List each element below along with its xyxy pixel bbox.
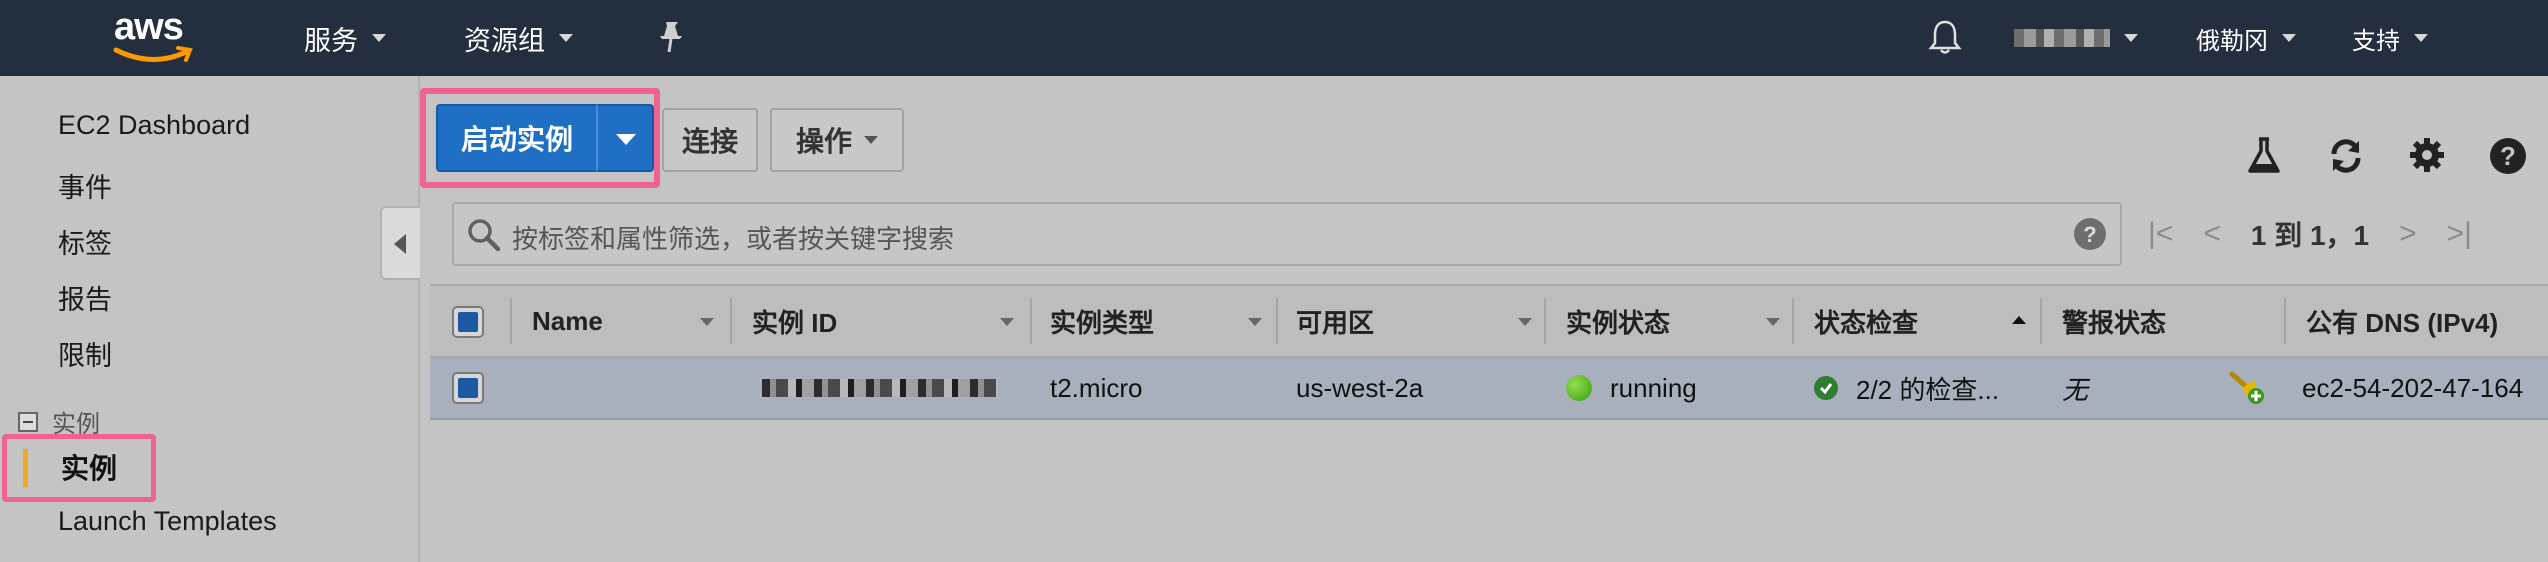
create-alarm-icon[interactable] (2228, 370, 2266, 406)
sidebar-item-ec2-dashboard[interactable]: EC2 Dashboard (58, 110, 250, 141)
column-header-instance-state[interactable]: 实例状态 (1566, 286, 1670, 356)
svg-text:?: ? (2500, 141, 2516, 171)
check-circle-icon (1814, 376, 1838, 400)
resource-groups-menu-label: 资源组 (464, 25, 545, 56)
launch-instance-group: 启动实例 (420, 88, 660, 188)
account-name-redacted (2014, 29, 2110, 47)
sidebar-item-limits[interactable]: 限制 (58, 334, 112, 373)
last-page-icon[interactable]: >| (2447, 217, 2472, 251)
actions-button-label: 操作 (795, 126, 852, 157)
column-divider (510, 298, 512, 344)
aws-smile-icon (113, 46, 193, 63)
prev-page-icon[interactable]: < (2203, 217, 2221, 251)
region-menu[interactable]: 俄勒冈 (2196, 18, 2296, 58)
sort-icon[interactable] (700, 318, 714, 326)
next-page-icon[interactable]: > (2399, 217, 2417, 251)
collapse-icon (18, 411, 38, 432)
column-divider (1030, 298, 1032, 344)
column-divider (730, 298, 732, 344)
launch-instance-button[interactable]: 启动实例 (436, 104, 596, 172)
chevron-down-icon (2414, 34, 2428, 42)
pagination-text: 1 到 1，1 (2250, 220, 2370, 251)
search-filter-bar[interactable]: 按标签和属性筛选，或者按关键字搜索 ? (452, 202, 2122, 266)
connect-button[interactable]: 连接 (662, 108, 758, 172)
top-navigation-bar: aws 服务 资源组 俄勒冈 支持 (0, 0, 2548, 76)
cell-availability-zone: us-west-2a (1296, 372, 1424, 403)
running-status-icon (1566, 375, 1592, 401)
sort-icon[interactable] (1766, 318, 1780, 326)
sidebar: EC2 Dashboard 事件 标签 报告 限制 实例 实例 Launch T… (0, 76, 420, 562)
help-icon[interactable]: ? (2488, 136, 2528, 176)
cell-instance-id (762, 358, 998, 418)
cell-status-check[interactable]: 2/2 的检查... (1814, 358, 1999, 418)
column-header-instance-type[interactable]: 实例类型 (1050, 286, 1154, 356)
search-icon (468, 219, 501, 252)
column-header-alarm-status[interactable]: 警报状态 (2062, 286, 2166, 356)
chevron-down-icon (372, 34, 386, 42)
cell-alarm-status: 无 (2062, 374, 2089, 405)
pagination: |< < 1 到 1，1 > >| (2148, 214, 2472, 254)
refresh-icon[interactable] (2326, 136, 2366, 176)
aws-logo[interactable]: aws (108, 6, 208, 66)
sidebar-item-events[interactable]: 事件 (58, 166, 112, 205)
first-page-icon[interactable]: |< (2148, 217, 2173, 251)
table-row[interactable]: t2.micro us-west-2a running 2/2 的检查... 无… (430, 358, 2548, 420)
support-menu-label: 支持 (2352, 27, 2400, 55)
chevron-down-icon (864, 136, 878, 144)
status-check-text: 2/2 的检查... (1856, 374, 2000, 405)
connect-button-label: 连接 (681, 126, 738, 157)
account-menu[interactable] (2014, 18, 2138, 58)
cell-instance-type: t2.micro (1050, 372, 1143, 403)
sort-icon[interactable] (1000, 318, 1014, 326)
search-help-icon[interactable]: ? (2072, 216, 2108, 252)
cell-instance-state: running (1566, 358, 1697, 418)
flask-icon[interactable] (2246, 136, 2282, 176)
chevron-down-icon (2124, 34, 2138, 42)
cell-alarm-action[interactable] (2228, 358, 2266, 418)
instance-state-text: running (1610, 372, 1697, 403)
logo-text: aws (114, 6, 184, 48)
region-menu-label: 俄勒冈 (2196, 27, 2268, 55)
column-header-public-dns[interactable]: 公有 DNS (IPv4) (2306, 286, 2498, 356)
services-menu[interactable]: 服务 (304, 18, 386, 58)
select-all-checkbox[interactable] (452, 306, 484, 338)
pin-icon[interactable] (656, 20, 686, 54)
svg-text:?: ? (2083, 222, 2096, 247)
chevron-down-icon (559, 34, 573, 42)
search-input[interactable]: 按标签和属性筛选，或者按关键字搜索 (512, 219, 954, 256)
sort-icon[interactable] (1518, 318, 1532, 326)
launch-dropdown-button[interactable] (596, 104, 654, 172)
column-divider (1544, 298, 1546, 344)
bell-icon[interactable] (1928, 18, 1962, 56)
instance-id-redacted (762, 379, 998, 397)
column-divider (2284, 298, 2286, 344)
actions-button[interactable]: 操作 (770, 108, 904, 172)
sidebar-item-label: 实例 (61, 453, 118, 484)
support-menu[interactable]: 支持 (2352, 18, 2428, 58)
sidebar-item-reports[interactable]: 报告 (58, 278, 112, 317)
column-divider (1276, 298, 1278, 344)
services-menu-label: 服务 (304, 25, 358, 56)
column-header-instance-id[interactable]: 实例 ID (752, 286, 837, 356)
active-indicator (23, 449, 28, 487)
sidebar-item-tags[interactable]: 标签 (58, 222, 112, 261)
sort-ascending-icon[interactable] (2012, 316, 2026, 324)
instances-table-header: Name 实例 ID 实例类型 可用区 实例状态 状态检查 警报状态 公有 DN… (430, 284, 2548, 358)
column-header-status-check[interactable]: 状态检查 (1814, 286, 1918, 356)
column-divider (2040, 298, 2042, 344)
sidebar-item-launch-templates[interactable]: Launch Templates (58, 506, 277, 537)
sidebar-collapse-toggle[interactable] (380, 206, 420, 280)
gear-icon[interactable] (2408, 136, 2446, 174)
sidebar-item-instances[interactable]: 实例 (2, 434, 156, 502)
column-divider (1792, 298, 1794, 344)
chevron-down-icon (2282, 34, 2296, 42)
column-header-name[interactable]: Name (532, 286, 603, 356)
cell-public-dns[interactable]: ec2-54-202-47-164 (2302, 358, 2523, 418)
sort-icon[interactable] (1248, 318, 1262, 326)
resource-groups-menu[interactable]: 资源组 (464, 18, 573, 58)
row-checkbox[interactable] (452, 372, 484, 404)
column-header-availability-zone[interactable]: 可用区 (1296, 286, 1374, 356)
